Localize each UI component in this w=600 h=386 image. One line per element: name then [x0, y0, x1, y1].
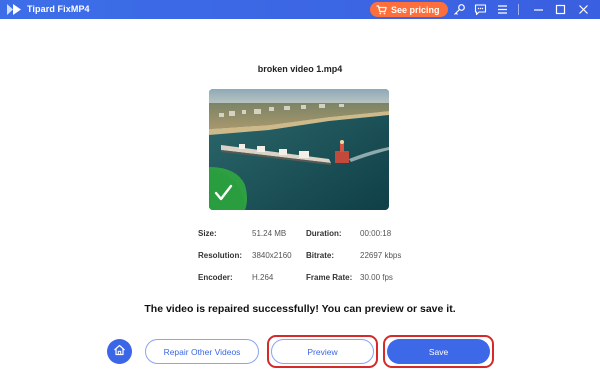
video-thumbnail[interactable] — [209, 89, 389, 210]
menu-icon[interactable] — [496, 3, 509, 16]
framerate-label: Frame Rate: — [306, 273, 353, 282]
maximize-icon[interactable] — [554, 3, 567, 16]
resolution-label: Resolution: — [198, 251, 242, 260]
save-button[interactable]: Save — [387, 339, 490, 364]
feedback-icon[interactable] — [474, 3, 487, 16]
title-bar: Tipard FixMP4 See pricing — [0, 0, 600, 19]
divider — [512, 3, 525, 16]
success-message: The video is repaired successfully! You … — [144, 303, 456, 315]
resolution-value: 3840x2160 — [252, 251, 292, 260]
cart-icon — [376, 4, 387, 15]
repair-other-videos-label: Repair Other Videos — [163, 346, 241, 357]
bitrate-value: 22697 kbps — [360, 251, 402, 260]
home-button[interactable] — [107, 339, 132, 364]
preview-label: Preview — [307, 346, 338, 357]
app-title: Tipard FixMP4 — [27, 4, 90, 14]
duration-label: Duration: — [306, 229, 342, 238]
framerate-value: 30.00 fps — [360, 273, 393, 282]
save-label: Save — [428, 346, 449, 357]
see-pricing-button[interactable]: See pricing — [370, 2, 448, 17]
encoder-value: H.264 — [252, 273, 274, 282]
preview-button[interactable]: Preview — [271, 339, 374, 364]
size-label: Size: — [198, 229, 217, 238]
duration-value: 00:00:18 — [360, 229, 392, 238]
encoder-label: Encoder: — [198, 273, 233, 282]
key-icon[interactable] — [453, 3, 466, 16]
repair-other-videos-button[interactable]: Repair Other Videos — [145, 339, 259, 364]
video-file-name: broken video 1.mp4 — [257, 64, 343, 74]
close-icon[interactable] — [577, 3, 590, 16]
bitrate-label: Bitrate: — [306, 251, 335, 260]
logo-icon — [6, 3, 22, 16]
see-pricing-label: See pricing — [391, 4, 440, 15]
size-value: 51.24 MB — [252, 229, 287, 238]
home-icon — [113, 343, 126, 361]
minimize-icon[interactable] — [532, 3, 545, 16]
